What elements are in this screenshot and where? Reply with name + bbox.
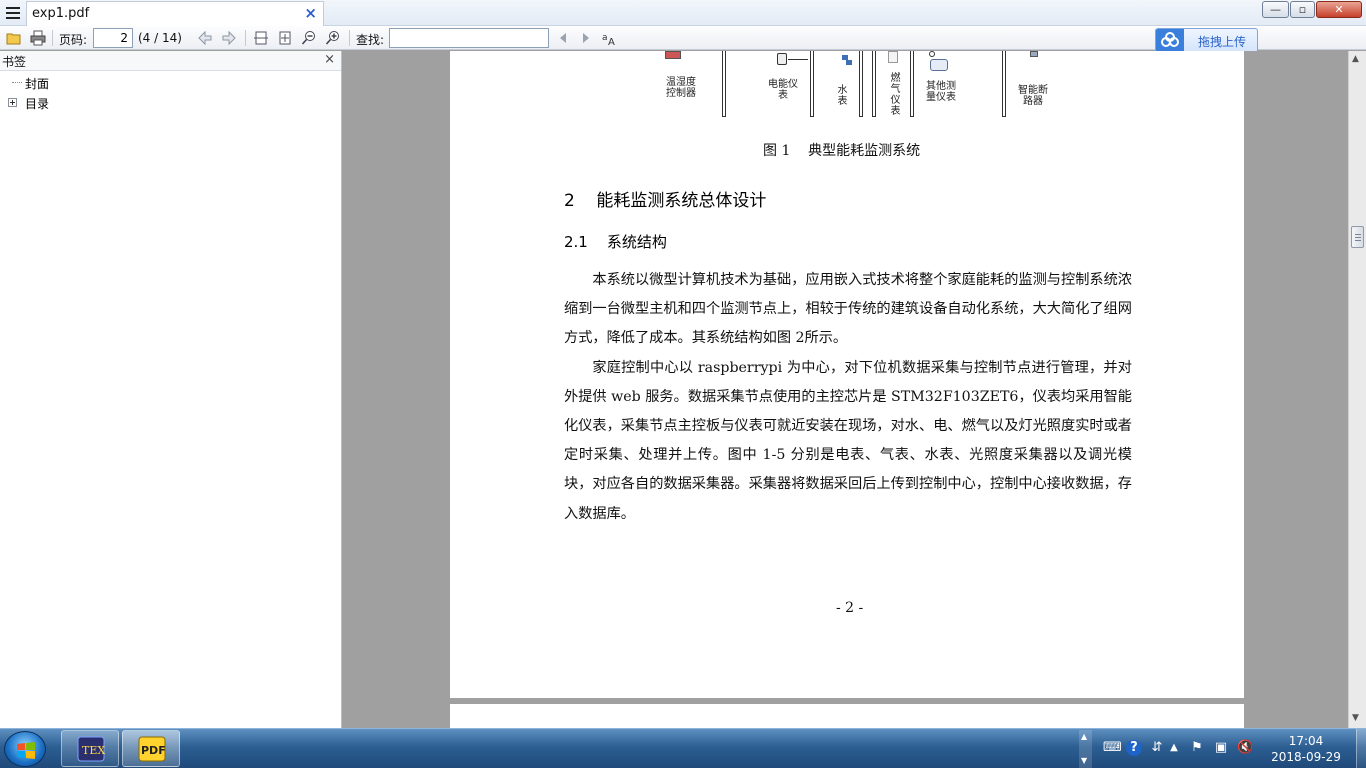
search-input[interactable] (389, 28, 549, 48)
bookmarks-title: 书签 (2, 55, 27, 69)
figure-bus-line (722, 51, 726, 117)
figure-label: 电能仪表 (768, 79, 798, 101)
sensor-icon (930, 59, 948, 71)
figure-label: 燃气仪表 (890, 73, 901, 117)
upload-button[interactable]: 拖拽上传 (1155, 28, 1258, 53)
open-file-icon[interactable] (6, 30, 22, 46)
system-clock[interactable]: 17:04 2018-09-29 (1266, 733, 1346, 765)
show-desktop-button[interactable] (1356, 729, 1366, 768)
connector-line (788, 59, 808, 60)
cloud-icon (1156, 29, 1184, 52)
power-meter-icon (777, 53, 787, 65)
figure-bus-line (910, 51, 914, 117)
figure-bus-line (810, 51, 814, 117)
toolbar-separator (245, 30, 246, 46)
bookmarks-header: 书签 × (0, 51, 341, 71)
scroll-thumb[interactable] (1351, 226, 1364, 248)
vertical-scrollbar[interactable]: ▲ ▼ (1348, 51, 1366, 728)
tab-title: exp1.pdf (32, 6, 90, 21)
figure-bus-line (859, 51, 863, 117)
connector-node (929, 51, 935, 57)
bookmarks-panel: 书签 × 封面 目录 (0, 51, 342, 728)
print-icon[interactable] (30, 30, 46, 46)
chevron-down-icon[interactable]: ▼ (1081, 756, 1087, 765)
flag-icon[interactable]: ⚑ (1189, 740, 1205, 756)
previous-page-icon[interactable] (197, 30, 213, 46)
document-viewer[interactable]: 温湿度控制器 电能仪表 水表 燃气仪表 其他测量仪表 智能断路器 图 1 典型能… (346, 51, 1348, 728)
tray-scroll-control[interactable]: ▲ ▼ (1079, 730, 1092, 768)
figure-caption: 图 1 典型能耗监测系统 (763, 143, 921, 159)
page-number-input[interactable] (93, 28, 133, 48)
subsection-heading: 2.1 系统结构 (564, 233, 667, 251)
figure-label: 温湿度控制器 (666, 77, 696, 99)
svg-text:TEX: TEX (82, 744, 105, 757)
toolbar-separator (349, 30, 350, 46)
minimize-button[interactable]: — (1262, 1, 1289, 18)
figure-label: 智能断路器 (1018, 85, 1048, 107)
upload-label: 拖拽上传 (1198, 35, 1247, 49)
next-pdf-page (450, 704, 1244, 728)
body-text: 本系统以微型计算机技术为基础，应用嵌入式技术将整个家庭能耗的监测与控制系统浓缩到… (564, 266, 1132, 529)
paragraph: 本系统以微型计算机技术为基础，应用嵌入式技术将整个家庭能耗的监测与控制系统浓缩到… (564, 272, 1132, 347)
find-label: 查找: (356, 33, 385, 47)
toolbar-separator (52, 30, 53, 46)
windows-logo-icon (17, 742, 35, 759)
menu-icon[interactable] (2, 2, 24, 24)
zoom-in-icon[interactable] (325, 30, 341, 46)
tex-icon: TEX (77, 736, 105, 762)
keyboard-icon[interactable]: ⌨ (1103, 740, 1122, 756)
show-hidden-icons[interactable]: ▲ (1166, 740, 1182, 756)
tab-close-icon[interactable]: × (304, 4, 317, 22)
figure-bus-line (1002, 51, 1006, 117)
figure-label: 其他测量仪表 (926, 81, 956, 103)
tree-connector (12, 82, 22, 83)
svg-text:PDF: PDF (141, 744, 166, 757)
svg-text:a: a (602, 33, 608, 43)
bookmark-label: 目录 (25, 97, 50, 111)
section-heading: 2 能耗监测系统总体设计 (564, 191, 767, 211)
match-case-icon[interactable]: a A (602, 30, 618, 46)
volume-muted-icon[interactable]: 🔇 (1237, 740, 1253, 756)
document-tab[interactable]: exp1.pdf × (26, 1, 324, 26)
figure-bus-line (872, 51, 876, 117)
taskbar-tex-app[interactable]: TEX (61, 730, 119, 767)
paragraph: 家庭控制中心以 raspberrypi 为中心，对下位机数据采集与控制节点进行管… (564, 359, 1132, 522)
bookmark-label: 封面 (25, 77, 50, 91)
page-total: (4 / 14) (138, 31, 182, 45)
pdf-page: 温湿度控制器 电能仪表 水表 燃气仪表 其他测量仪表 智能断路器 图 1 典型能… (450, 51, 1244, 698)
thermostat-icon (665, 51, 681, 59)
network-icon[interactable]: ▣ (1213, 740, 1229, 756)
close-button[interactable]: ✕ (1316, 1, 1362, 18)
start-button[interactable] (4, 731, 46, 767)
figure-1: 温湿度控制器 电能仪表 水表 燃气仪表 其他测量仪表 智能断路器 (650, 51, 1070, 126)
clock-time: 17:04 (1288, 734, 1324, 748)
expand-icon[interactable] (8, 98, 17, 107)
fit-page-icon[interactable] (277, 30, 293, 46)
next-page-icon[interactable] (221, 30, 237, 46)
taskbar-pdf-app[interactable]: PDF (122, 730, 180, 767)
help-icon[interactable]: ? (1126, 740, 1142, 756)
close-icon[interactable]: × (324, 52, 335, 67)
gas-meter-icon (888, 51, 898, 63)
find-next-icon[interactable] (578, 30, 594, 46)
breaker-icon (1030, 51, 1038, 57)
title-bar: exp1.pdf × — ▫ ✕ (0, 0, 1366, 26)
water-meter-icon (840, 53, 854, 67)
pdf-icon: PDF (138, 736, 166, 762)
maximize-button[interactable]: ▫ (1290, 1, 1315, 18)
svg-text:A: A (608, 37, 615, 46)
figure-label: 水表 (837, 85, 848, 107)
fit-width-icon[interactable] (253, 30, 269, 46)
input-method-icon[interactable]: ⇵ (1149, 740, 1165, 756)
taskbar: TEX PDF ▲ ▼ ⌨ ? ⇵ ▲ ⚑ ▣ 🔇 17:04 2018-09-… (0, 728, 1366, 768)
scroll-down-icon[interactable]: ▼ (1352, 713, 1359, 723)
chevron-up-icon[interactable]: ▲ (1081, 732, 1087, 741)
page-number: - 2 - (836, 600, 864, 616)
find-previous-icon[interactable] (555, 30, 571, 46)
scroll-up-icon[interactable]: ▲ (1352, 54, 1359, 64)
page-label: 页码: (59, 33, 88, 47)
zoom-out-icon[interactable] (301, 30, 317, 46)
clock-date: 2018-09-29 (1271, 750, 1341, 764)
